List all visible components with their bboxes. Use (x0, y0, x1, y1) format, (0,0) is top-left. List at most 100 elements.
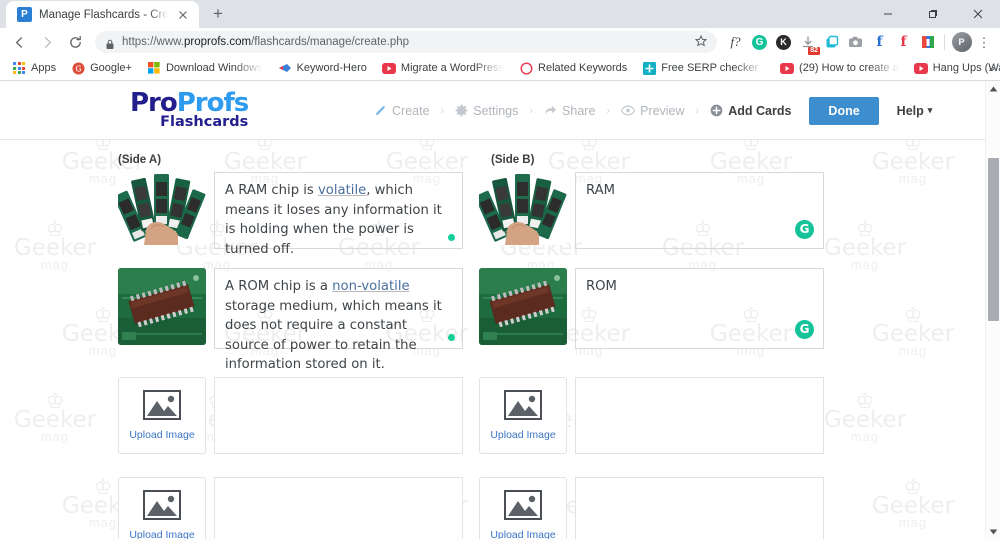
bookmark-label: Related Keywords (538, 62, 628, 74)
back-arrow-icon[interactable] (6, 29, 32, 55)
tab-title: Manage Flashcards - Create Free (39, 8, 168, 21)
download-extension-icon[interactable]: 82 (796, 31, 820, 55)
step-settings[interactable]: Settings (453, 104, 520, 118)
upload-image-button[interactable]: Upload Image (118, 377, 206, 454)
facebook-red-extension-icon[interactable]: f (892, 31, 915, 54)
browser-tab[interactable]: P Manage Flashcards - Create Free (6, 1, 199, 28)
grammarly-dot-icon[interactable] (448, 234, 455, 241)
profile-avatar[interactable]: P (950, 31, 973, 54)
upload-image-button[interactable]: Upload Image (479, 377, 567, 454)
bookmark-label: Keyword-Hero (296, 62, 367, 74)
screenshot-extension-icon[interactable] (844, 31, 867, 54)
logo-wordmark: ProProfs (130, 88, 249, 118)
side-a-text: A RAM chip is volatile, which means it l… (225, 183, 442, 257)
three-dot-menu-icon[interactable]: ⋮ (974, 36, 994, 49)
bookmark-related-keywords[interactable]: Related Keywords (513, 59, 633, 77)
google-plus-icon: G (71, 61, 85, 75)
card-side-b: Upload Image (479, 377, 824, 454)
card-row: Upload Image Upload Image (0, 477, 985, 539)
share-arrow-icon (544, 104, 557, 117)
address-bar[interactable]: https://www.proprofs.com/flashcards/mana… (95, 31, 717, 53)
bookmark-keyword-hero[interactable]: Keyword-Hero (272, 59, 373, 77)
step-nav: Create › Settings › Share › Preview › Ad… (372, 81, 932, 140)
maximize-icon[interactable] (910, 0, 955, 28)
bookmarks-overflow-icon[interactable]: » (988, 61, 995, 75)
help-label: Help (896, 103, 924, 118)
upload-image-button[interactable]: Upload Image (479, 477, 567, 539)
card-row: A ROM chip is a non-volatile storage med… (0, 268, 985, 377)
forward-arrow-icon[interactable] (34, 29, 60, 55)
step-create[interactable]: Create (372, 104, 432, 118)
image-placeholder-icon (143, 490, 181, 525)
grammarly-extension-icon[interactable]: G (748, 31, 771, 54)
upload-image-label: Upload Image (490, 429, 556, 441)
plus-circle-icon (710, 104, 723, 117)
youtube-icon (913, 61, 928, 75)
rom-chip-circuit-board-photo[interactable] (118, 268, 206, 345)
gear-icon (455, 104, 468, 117)
side-b-label: (Side B) (491, 154, 535, 166)
page-scrollbar[interactable] (985, 81, 1000, 539)
side-b-text: RAM (586, 183, 616, 198)
ram-memory-sticks-photo[interactable] (118, 172, 206, 245)
side-b-textbox[interactable] (575, 477, 824, 539)
side-a-textbox[interactable] (214, 477, 463, 539)
bookmark-download-windows[interactable]: Download Windows (141, 59, 269, 77)
side-a-textbox[interactable]: A RAM chip is volatile, which means it l… (214, 172, 463, 257)
scrollbar-thumb[interactable] (988, 158, 999, 321)
grammarly-badge-icon[interactable]: G (795, 320, 814, 339)
side-b-textbox[interactable]: RAM G (575, 172, 824, 249)
reload-icon[interactable] (62, 29, 88, 55)
side-b-textbox[interactable]: ROM G (575, 268, 824, 349)
chevron-separator: › (529, 104, 534, 117)
card-side-a: A RAM chip is volatile, which means it l… (118, 172, 463, 257)
grammarly-dot-icon[interactable] (448, 334, 455, 341)
chevron-separator: › (695, 104, 700, 117)
page-viewport: ♔ Geeker mag ♔ Geeker mag ♔ Geeker mag ♔ Geeker mag… (0, 81, 1000, 539)
colorful-extension-icon[interactable] (916, 31, 939, 54)
bookmark-label: Google+ (90, 62, 132, 74)
bookmark-google-plus[interactable]: G Google+ (65, 59, 138, 77)
youtube-icon (780, 61, 795, 75)
help-menu[interactable]: Help ▾ (897, 104, 933, 118)
facebook-blue-extension-icon[interactable]: f (868, 31, 891, 54)
step-label: Add Cards (728, 103, 792, 118)
svg-text:G: G (75, 64, 81, 73)
bookmark-how-to-create[interactable]: (29) How to create a (774, 59, 905, 77)
close-window-icon[interactable] (955, 0, 1000, 28)
step-label: Preview (640, 103, 685, 118)
ram-memory-sticks-photo[interactable] (479, 172, 567, 245)
k-extension-icon[interactable]: K (772, 31, 795, 54)
bookmark-star-icon[interactable] (691, 34, 711, 50)
scroll-down-arrow-icon[interactable] (986, 524, 1000, 539)
scroll-up-arrow-icon[interactable] (986, 81, 1000, 96)
new-tab-button[interactable]: + (205, 1, 231, 27)
fq-extension-icon[interactable]: f? (724, 31, 747, 54)
chevron-separator: › (440, 104, 445, 117)
step-preview[interactable]: Preview (619, 104, 686, 118)
bookmark-label: (29) How to create a (799, 62, 899, 74)
step-add-cards[interactable]: Add Cards (708, 104, 793, 118)
grammarly-badge-icon[interactable]: G (795, 220, 814, 239)
bookmark-label: Free SERP checker - (661, 62, 766, 74)
side-a-textbox[interactable] (214, 377, 463, 454)
bookmark-hang-ups[interactable]: Hang Ups (Want You (908, 59, 1000, 77)
bookmark-apps[interactable]: Apps (6, 59, 62, 77)
side-b-textbox[interactable] (575, 377, 824, 454)
toolbar-divider (944, 34, 945, 50)
upload-image-button[interactable]: Upload Image (118, 477, 206, 539)
bookmark-migrate-wordpress[interactable]: Migrate a WordPress (376, 59, 510, 77)
copy-extension-icon[interactable] (820, 31, 843, 54)
browser-window: P Manage Flashcards - Create Free + (0, 0, 1000, 539)
bookmark-label: Download Windows (165, 62, 263, 74)
tab-close-icon[interactable] (175, 7, 191, 23)
step-share[interactable]: Share (542, 104, 597, 118)
rom-chip-circuit-board-photo[interactable] (479, 268, 567, 345)
minimize-icon[interactable] (865, 0, 910, 28)
done-button[interactable]: Done (809, 96, 879, 125)
side-a-textbox[interactable]: A ROM chip is a non-volatile storage med… (214, 268, 463, 372)
chevron-down-icon: ▾ (927, 105, 933, 115)
proprofs-logo[interactable]: ProProfs Flashcards (130, 88, 249, 130)
bookmark-free-serp-checker[interactable]: Free SERP checker - (636, 59, 771, 77)
side-headers: (Side A) (Side B) (0, 154, 985, 172)
